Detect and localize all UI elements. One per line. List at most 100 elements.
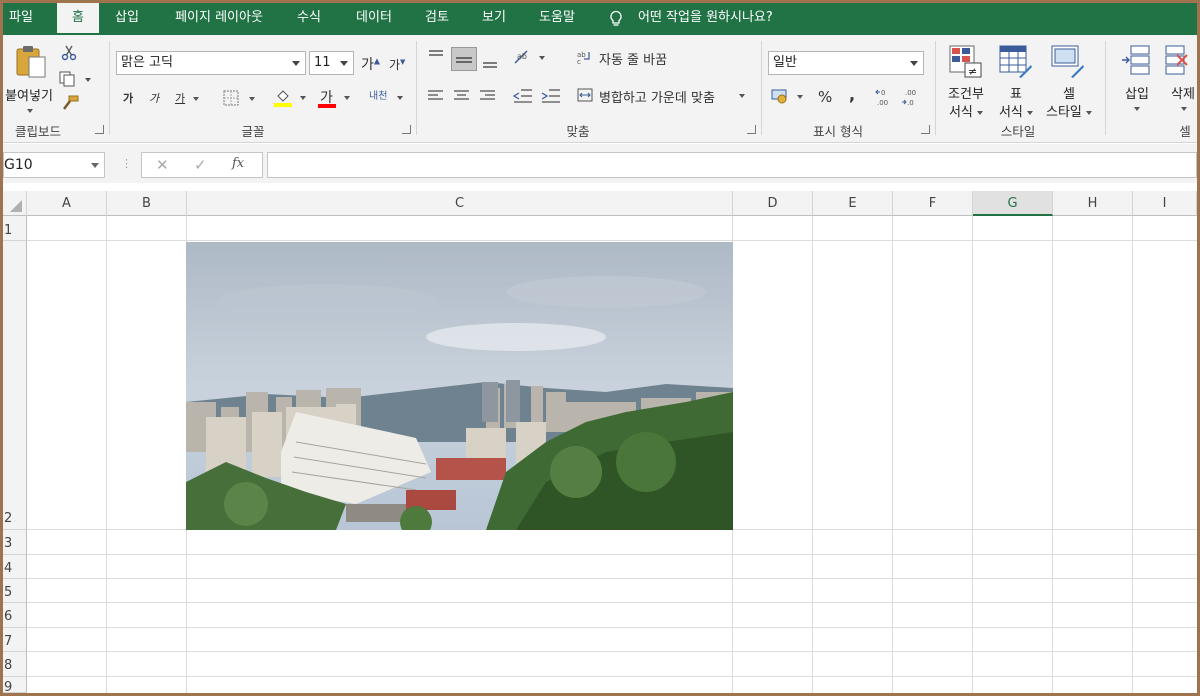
merge-center-button[interactable]: 병합하고 가운데 맞춤: [577, 87, 753, 107]
wrap-text-label: 자동 줄 바꿈: [599, 53, 668, 68]
shrink-font-button[interactable]: 가▼: [389, 56, 405, 73]
format-as-table-button[interactable]: 표 서식: [993, 41, 1039, 121]
phonetic-button[interactable]: 내천: [369, 87, 405, 109]
name-box[interactable]: G10: [3, 152, 105, 178]
delete-cells-button[interactable]: 삭제: [1161, 41, 1197, 121]
font-size-combo[interactable]: 11: [309, 51, 354, 75]
align-middle-icon: [456, 57, 472, 63]
row-header-8[interactable]: 8: [3, 652, 27, 677]
row-header-1[interactable]: 1: [3, 216, 27, 241]
column-header-a[interactable]: A: [27, 191, 107, 216]
row-header-4[interactable]: 4: [3, 555, 27, 579]
gridline: [27, 651, 1197, 652]
comma-button[interactable]: ,: [849, 85, 855, 104]
group-separator: [416, 41, 417, 135]
increase-indent-icon[interactable]: [541, 88, 561, 104]
tab-review[interactable]: 검토: [417, 3, 457, 35]
group-separator: [1105, 41, 1106, 135]
tab-help[interactable]: 도움말: [531, 3, 583, 35]
cut-icon[interactable]: [61, 45, 77, 61]
cell-styles-button[interactable]: 셀 스타일: [1041, 41, 1097, 121]
row-header-6[interactable]: 6: [3, 603, 27, 628]
chevron-down-icon: [910, 61, 918, 66]
column-header-e[interactable]: E: [813, 191, 893, 216]
wrap-text-button[interactable]: ab c 자동 줄 바꿈: [577, 49, 717, 69]
borders-button[interactable]: [223, 90, 259, 108]
clipboard-launcher-icon[interactable]: [95, 125, 104, 134]
tab-formulas[interactable]: 수식: [289, 3, 329, 35]
cell-styles-label-2: 스타일: [1041, 101, 1097, 120]
column-header-i[interactable]: I: [1133, 191, 1197, 216]
group-label-clipboard: 클립보드: [14, 124, 61, 139]
number-launcher-icon[interactable]: [921, 125, 930, 134]
chevron-down-icon: [192, 97, 199, 101]
grow-font-button[interactable]: 가▲: [361, 54, 380, 74]
font-color-button[interactable]: 가: [318, 87, 354, 109]
accounting-format-button[interactable]: [771, 87, 807, 107]
increase-decimal-icon[interactable]: 0 .00: [875, 87, 897, 107]
underline-button[interactable]: 가: [175, 90, 209, 106]
column-header-b[interactable]: B: [107, 191, 187, 216]
percent-button[interactable]: %: [818, 88, 832, 106]
align-top-icon[interactable]: [427, 49, 445, 63]
font-launcher-icon[interactable]: [402, 125, 411, 134]
paste-label: 붙여넣기: [5, 89, 53, 104]
conditional-formatting-button[interactable]: ≠ 조건부 서식: [943, 41, 989, 121]
tab-data[interactable]: 데이터: [348, 3, 400, 35]
group-separator: [761, 41, 762, 135]
align-left-icon[interactable]: [427, 89, 445, 103]
row-header-7[interactable]: 7: [3, 628, 27, 652]
enter-icon[interactable]: ✓: [194, 156, 207, 174]
city-landscape-photo[interactable]: [186, 242, 733, 530]
chevron-down-icon: [977, 110, 984, 115]
fill-color-button[interactable]: [274, 87, 310, 109]
svg-text:0: 0: [881, 89, 885, 97]
formula-input[interactable]: [267, 152, 1197, 178]
align-center-icon[interactable]: [453, 89, 471, 103]
copy-button[interactable]: [59, 71, 95, 89]
gridline: [27, 676, 1197, 677]
format-painter-icon[interactable]: [61, 95, 79, 111]
cancel-icon[interactable]: ✕: [156, 156, 169, 174]
orientation-button[interactable]: ab: [513, 49, 549, 67]
number-format-combo[interactable]: 일반: [768, 51, 924, 75]
column-header-d[interactable]: D: [733, 191, 813, 216]
align-middle-button[interactable]: [451, 47, 477, 71]
gridline: [27, 627, 1197, 628]
column-header-f[interactable]: F: [893, 191, 973, 216]
column-header-h[interactable]: H: [1053, 191, 1133, 216]
tab-home[interactable]: 홈: [57, 3, 99, 35]
align-bottom-icon[interactable]: [481, 55, 499, 69]
chevron-down-icon: [85, 78, 91, 82]
decrease-indent-icon[interactable]: [513, 88, 533, 104]
insert-function-icon[interactable]: fx: [232, 156, 244, 171]
align-right-icon[interactable]: [479, 89, 497, 103]
tab-file[interactable]: 파일: [3, 3, 39, 35]
tab-insert[interactable]: 삽입: [107, 3, 147, 35]
select-all-button[interactable]: [3, 191, 27, 216]
decrease-decimal-icon[interactable]: .00 .0: [901, 87, 923, 107]
insert-cells-button[interactable]: 삽입: [1115, 41, 1159, 121]
paste-button[interactable]: 붙여넣기: [5, 41, 55, 116]
gridline: [27, 602, 1197, 603]
chevron-down-icon: [1086, 110, 1093, 115]
column-header-g[interactable]: G: [973, 191, 1053, 216]
delete-cells-icon: [1165, 45, 1188, 75]
row-header-2[interactable]: 2: [3, 241, 27, 530]
svg-text:.00: .00: [877, 99, 888, 107]
italic-button[interactable]: 가: [149, 90, 159, 106]
formula-bar: G10 ⋮ ✕ ✓ fx: [3, 144, 1197, 183]
column-header-c[interactable]: C: [187, 191, 733, 216]
group-label-cells: 셀: [1179, 124, 1191, 139]
alignment-launcher-icon[interactable]: [747, 125, 756, 134]
row-header-5[interactable]: 5: [3, 579, 27, 603]
row-header-9[interactable]: 9: [3, 677, 27, 693]
font-name-combo[interactable]: 맑은 고딕: [116, 51, 306, 75]
select-all-triangle-icon: [10, 200, 22, 212]
ribbon-tab-bar: 파일 홈 삽입 페이지 레이아웃 수식 데이터 검토 보기 도움말 어떤 작업을…: [3, 3, 1197, 35]
row-header-3[interactable]: 3: [3, 530, 27, 555]
bold-button[interactable]: 가: [123, 90, 133, 106]
tab-view[interactable]: 보기: [474, 3, 514, 35]
group-separator: [109, 41, 110, 135]
tab-page-layout[interactable]: 페이지 레이아웃: [163, 3, 275, 35]
